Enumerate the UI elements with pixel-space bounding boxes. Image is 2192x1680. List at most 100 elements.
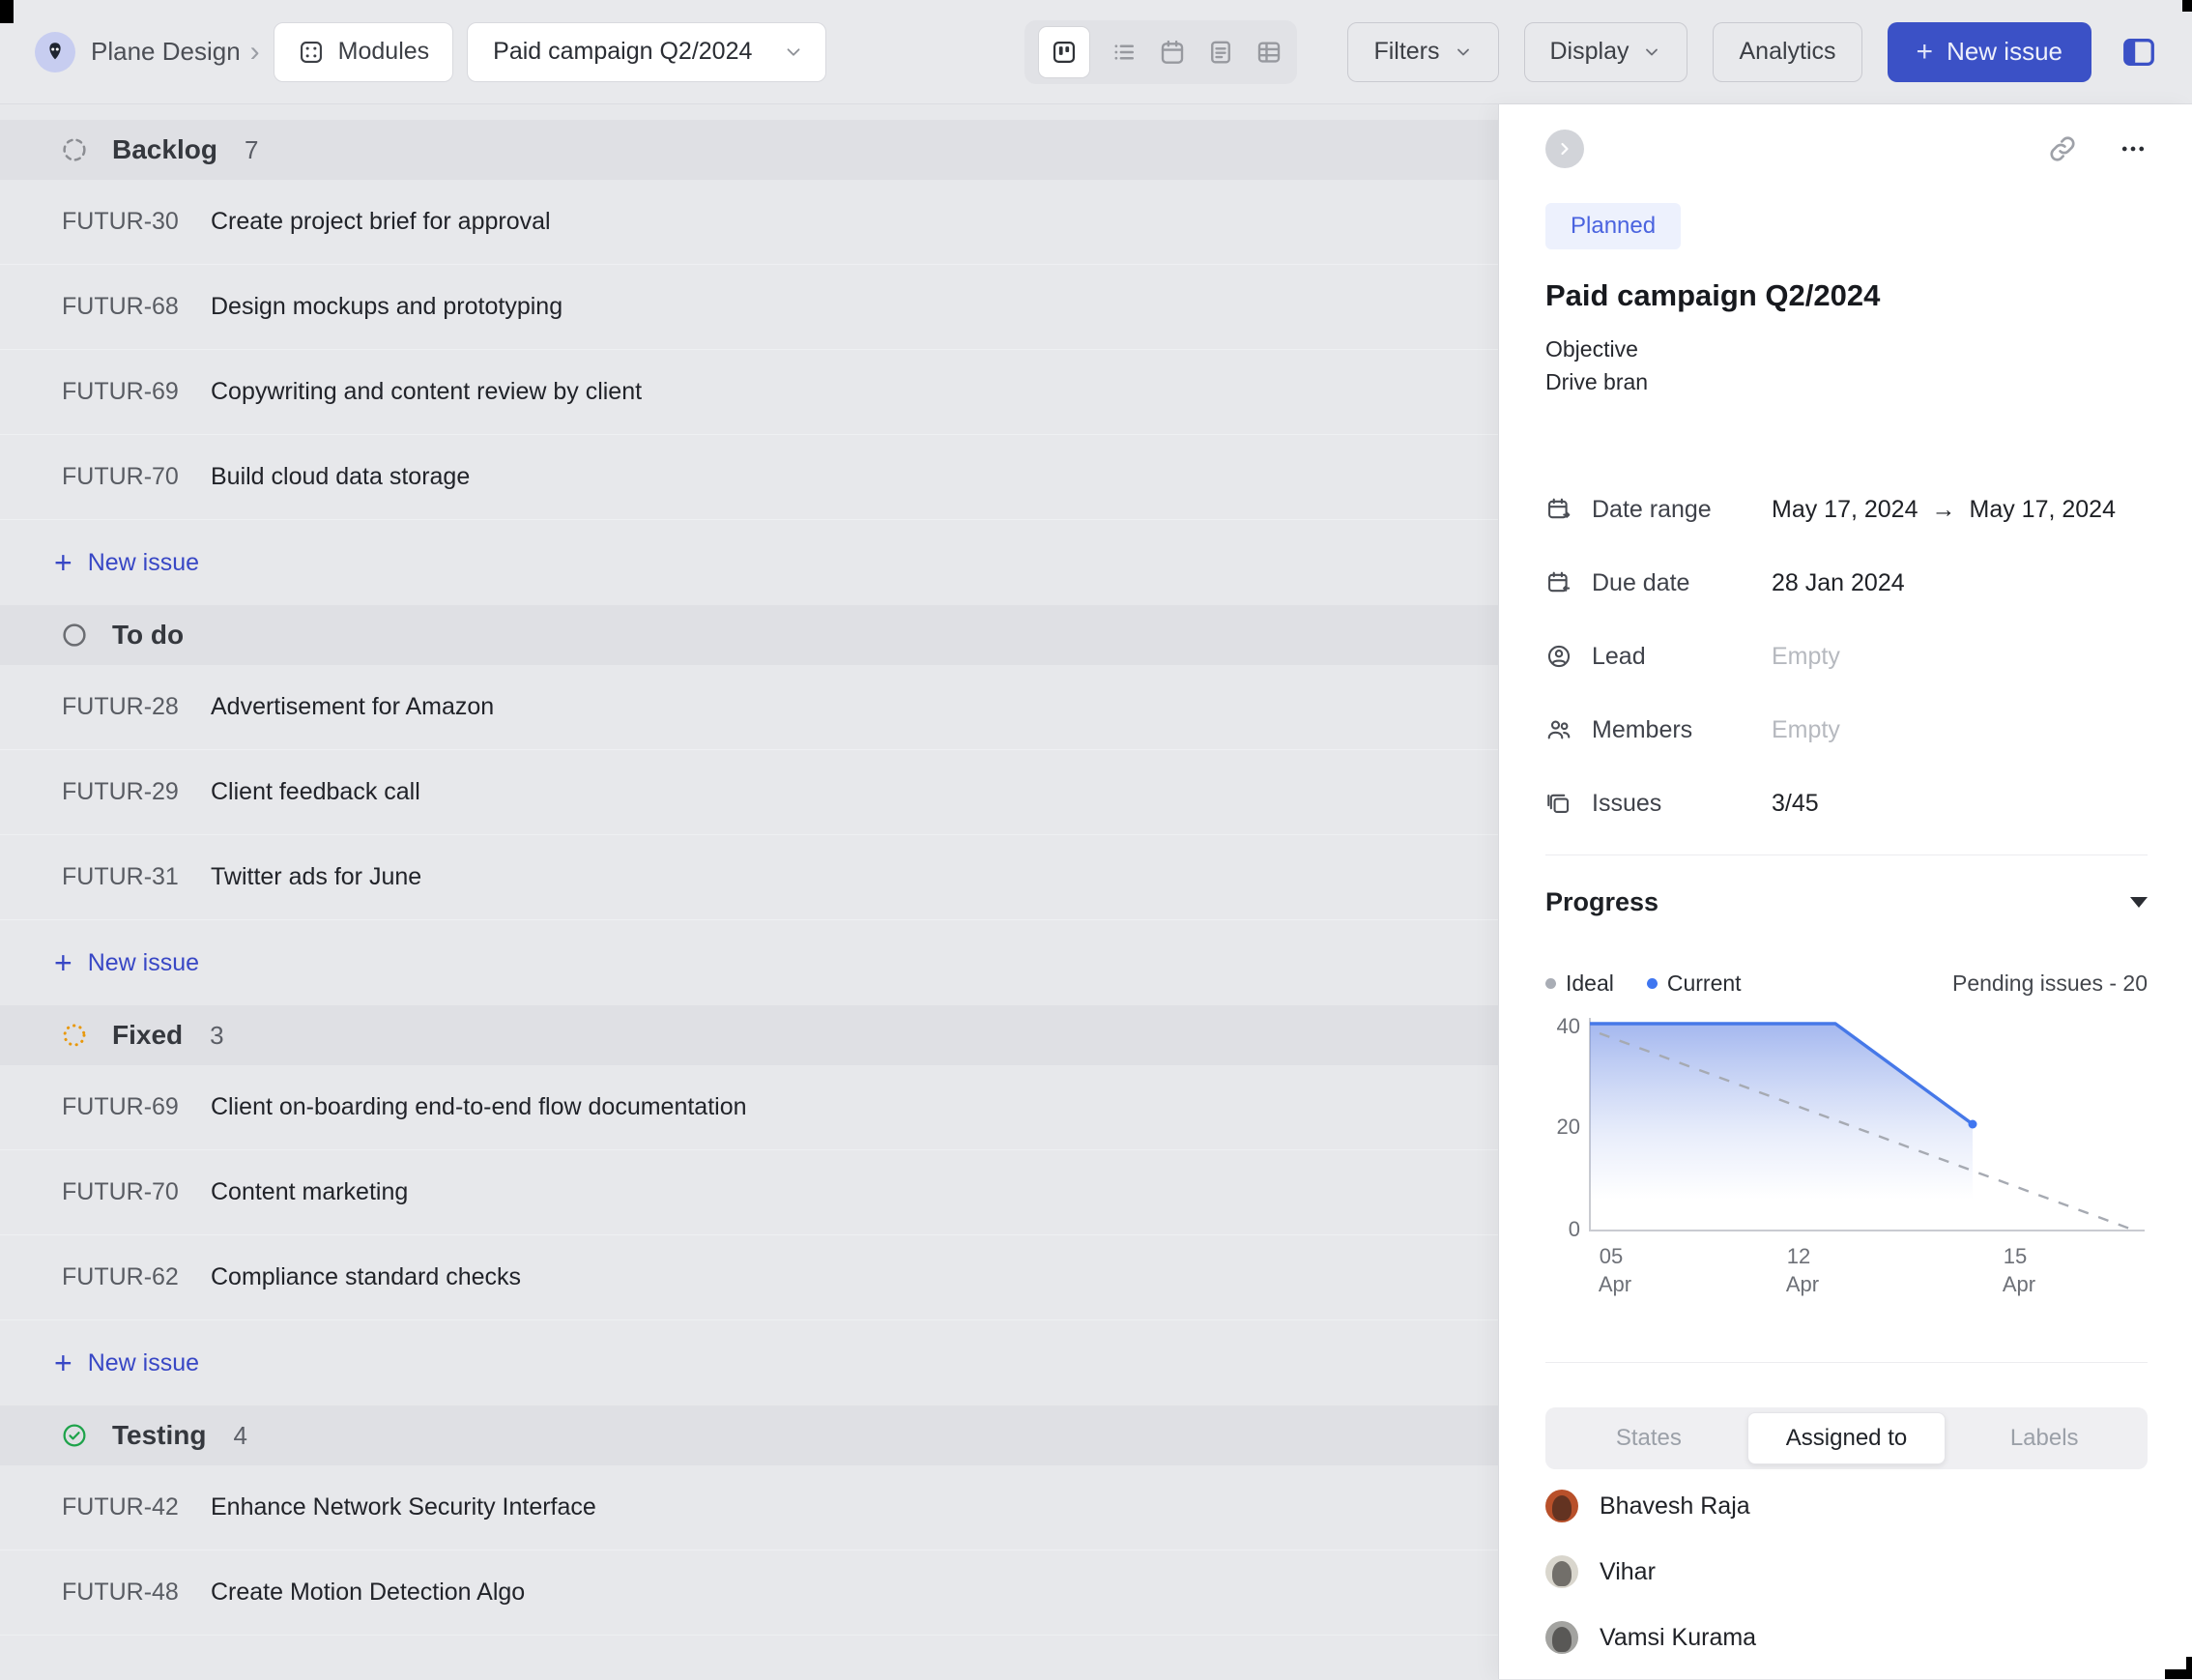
assignee-name: Vamsi Kurama	[1600, 1624, 1756, 1652]
issue-id: FUTUR-69	[62, 1093, 211, 1121]
group-name: Backlog	[112, 134, 217, 165]
project-name: Plane Design	[91, 37, 241, 67]
module-selector-dropdown[interactable]: Paid campaign Q2/2024	[467, 22, 826, 82]
pending-issues-label: Pending issues - 20	[1952, 970, 2148, 997]
property-members: Members Empty	[1545, 704, 2148, 756]
chevron-down-icon	[783, 42, 804, 63]
gantt-view-icon[interactable]	[1255, 38, 1283, 67]
issue-title: Twitter ads for June	[211, 863, 421, 891]
new-issue-label: New issue	[88, 949, 199, 977]
modules-button[interactable]: Modules	[274, 22, 454, 82]
filters-button[interactable]: Filters	[1347, 22, 1498, 82]
group-count: 3	[210, 1021, 223, 1051]
display-button[interactable]: Display	[1524, 22, 1688, 82]
property-date-range: Date range May 17, 2024 → May 17, 2024	[1545, 483, 2148, 536]
tab-assigned-to[interactable]: Assigned to	[1747, 1412, 1947, 1464]
tab-labels[interactable]: Labels	[1946, 1412, 2143, 1464]
status-badge[interactable]: Planned	[1545, 203, 1681, 249]
plus-icon: +	[54, 1347, 72, 1378]
screen-corner-artifact	[0, 0, 14, 23]
svg-text:40: 40	[1557, 1014, 1580, 1038]
members-value[interactable]: Empty	[1772, 716, 1840, 744]
breakdown-tabs: States Assigned to Labels	[1545, 1407, 2148, 1469]
issue-id: FUTUR-69	[62, 378, 211, 406]
chart-legend: Ideal Current Pending issues - 20	[1545, 970, 2148, 997]
copy-link-icon[interactable]	[2047, 133, 2078, 164]
issue-title: Client feedback call	[211, 778, 420, 806]
issue-id: FUTUR-70	[62, 1178, 211, 1206]
issue-id: FUTUR-48	[62, 1579, 211, 1607]
more-options-icon[interactable]	[2119, 134, 2148, 163]
assignee-name: Vihar	[1600, 1558, 1656, 1586]
assignee-row[interactable]: Vihar	[1545, 1539, 2148, 1605]
svg-text:05: 05	[1600, 1244, 1623, 1268]
issue-title: Enhance Network Security Interface	[211, 1493, 596, 1521]
property-issues: Issues 3/45	[1545, 777, 2148, 829]
panel-collapse-button[interactable]	[1545, 130, 1584, 168]
issue-id: FUTUR-29	[62, 778, 211, 806]
svg-text:0: 0	[1569, 1217, 1580, 1241]
new-issue-label: New issue	[88, 549, 199, 577]
tab-states[interactable]: States	[1550, 1412, 1747, 1464]
assignee-row[interactable]: Bhavesh Raja	[1545, 1473, 2148, 1539]
issue-id: FUTUR-28	[62, 693, 211, 721]
svg-text:Apr: Apr	[1786, 1272, 1819, 1296]
analytics-button[interactable]: Analytics	[1713, 22, 1861, 82]
lead-value[interactable]: Empty	[1772, 643, 1840, 671]
due-date-value[interactable]: 28 Jan 2024	[1772, 569, 1905, 597]
spreadsheet-view-icon[interactable]	[1206, 38, 1235, 67]
legend-ideal: Ideal	[1566, 970, 1614, 997]
issue-title: Client on-boarding end-to-end flow docum…	[211, 1093, 747, 1121]
group-name: Fixed	[112, 1020, 183, 1051]
divider	[1545, 1362, 2148, 1363]
screen-corner-artifact	[2182, 0, 2192, 12]
todo-state-icon	[60, 621, 89, 650]
assignee-row[interactable]: Vamsi Kurama	[1545, 1605, 2148, 1670]
issue-title: Content marketing	[211, 1178, 408, 1206]
module-selector-value: Paid campaign Q2/2024	[493, 38, 752, 66]
issue-title: Advertisement for Amazon	[211, 693, 494, 721]
issues-value[interactable]: 3/45	[1772, 790, 1819, 818]
backlog-state-icon	[60, 135, 89, 164]
date-to: May 17, 2024	[1970, 496, 2117, 524]
issue-id: FUTUR-42	[62, 1493, 211, 1521]
group-name: Testing	[112, 1420, 206, 1451]
current-dot-icon	[1647, 978, 1658, 989]
date-from: May 17, 2024	[1772, 496, 1918, 524]
issue-id: FUTUR-70	[62, 463, 211, 491]
modules-icon	[298, 39, 325, 66]
issue-title: Build cloud data storage	[211, 463, 470, 491]
group-name: To do	[112, 620, 184, 651]
chevron-down-icon	[1454, 43, 1473, 62]
modules-label: Modules	[338, 38, 430, 66]
property-label: Lead	[1592, 643, 1646, 671]
calendar-view-icon[interactable]	[1158, 38, 1187, 67]
calendar-due-icon	[1545, 569, 1572, 596]
in-progress-state-icon	[60, 1021, 89, 1050]
module-detail-panel: Planned Paid campaign Q2/2024 Objective …	[1498, 104, 2192, 1679]
issue-id: FUTUR-68	[62, 293, 211, 321]
issue-title: Design mockups and prototyping	[211, 293, 562, 321]
view-switcher	[1024, 20, 1297, 84]
issue-title: Create Motion Detection Algo	[211, 1579, 525, 1607]
date-range-value[interactable]: May 17, 2024 → May 17, 2024	[1772, 496, 2116, 524]
collapse-caret-icon[interactable]	[2130, 897, 2148, 908]
property-label: Due date	[1592, 569, 1689, 597]
arrow-right-icon: →	[1932, 496, 1956, 524]
module-description-line: Objective	[1545, 333, 2148, 365]
svg-text:15: 15	[2004, 1244, 2027, 1268]
issue-title: Compliance standard checks	[211, 1263, 521, 1291]
issue-id: FUTUR-30	[62, 208, 211, 236]
avatar	[1545, 1555, 1578, 1588]
new-issue-button[interactable]: + New issue	[1888, 22, 2091, 82]
display-label: Display	[1550, 38, 1630, 66]
plane-logo	[35, 32, 75, 72]
sidebar-toggle-button[interactable]	[2120, 34, 2157, 71]
filters-label: Filters	[1373, 38, 1439, 66]
list-view-icon[interactable]	[1110, 38, 1139, 67]
kanban-view-icon[interactable]	[1038, 26, 1090, 78]
calendar-start-icon	[1545, 496, 1572, 523]
plus-icon: +	[1917, 38, 1934, 67]
breadcrumb[interactable]: Plane Design	[35, 32, 241, 72]
plus-icon: +	[54, 547, 72, 578]
